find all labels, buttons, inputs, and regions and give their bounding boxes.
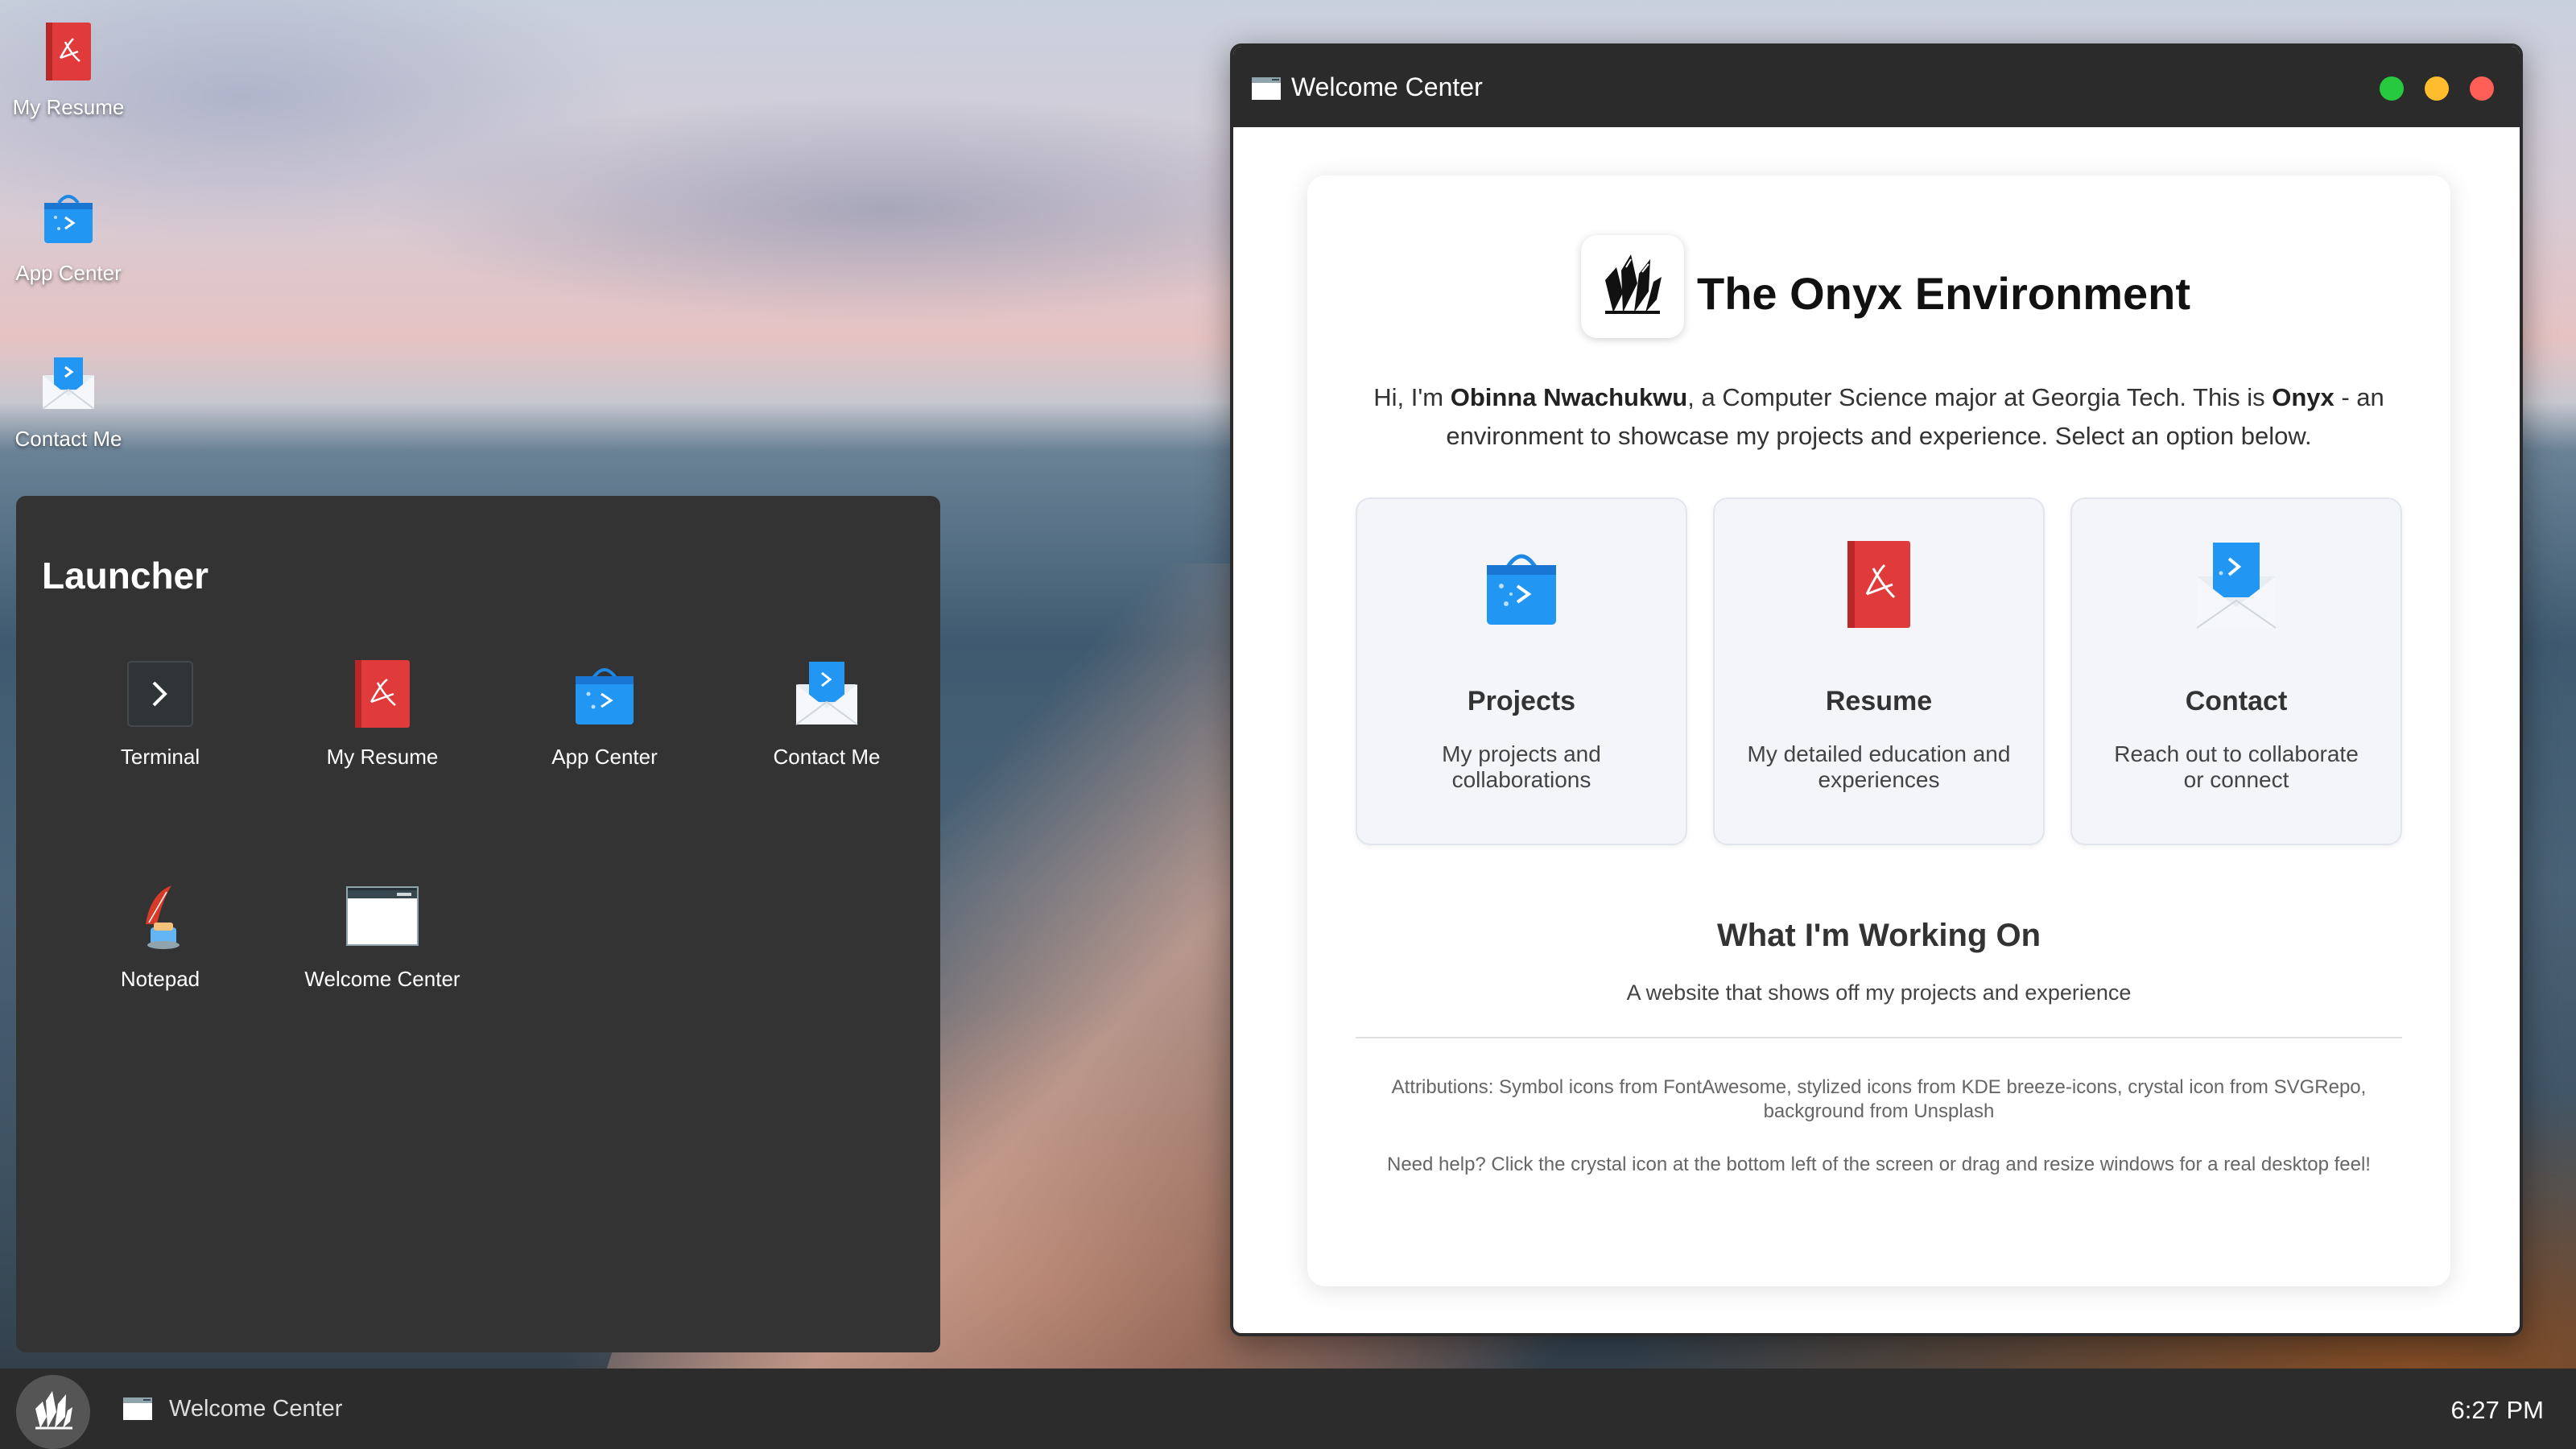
taskbar-item-welcome-center[interactable]: Welcome Center bbox=[169, 1396, 342, 1422]
intro-part: Hi, I'm bbox=[1373, 383, 1451, 411]
welcome-content-card: The Onyx Environment Hi, I'm Obinna Nwac… bbox=[1307, 175, 2450, 1286]
start-button[interactable] bbox=[16, 1375, 90, 1449]
launcher-item-welcome-center[interactable]: Welcome Center bbox=[290, 877, 475, 992]
card-description: Reach out to collaborate or connect bbox=[2114, 741, 2359, 792]
window-icon bbox=[1251, 76, 1282, 101]
launcher-item-contact-me[interactable]: Contact Me bbox=[734, 655, 919, 770]
welcome-center-window[interactable]: Welcome Center The Onyx Environment Hi, … bbox=[1230, 43, 2523, 1336]
page-title: The Onyx Environment bbox=[1697, 268, 2190, 319]
mail-icon bbox=[36, 351, 101, 415]
launcher-item-notepad[interactable]: Notepad bbox=[68, 877, 253, 992]
crystal-icon bbox=[1581, 235, 1684, 338]
working-on-heading: What I'm Working On bbox=[1716, 918, 2041, 953]
window-icon bbox=[344, 877, 421, 955]
maximize-button[interactable] bbox=[2380, 76, 2404, 101]
launcher-item-label: My Resume bbox=[326, 745, 439, 769]
intro-name: Obinna Nwachukwu bbox=[1450, 383, 1688, 411]
launcher-item-label: Welcome Center bbox=[304, 967, 460, 991]
minimize-button[interactable] bbox=[2425, 76, 2449, 101]
desktop-icon-app-center[interactable]: App Center bbox=[0, 166, 137, 286]
window-title: Welcome Center bbox=[1291, 72, 1483, 101]
launcher-item-label: Contact Me bbox=[773, 745, 881, 769]
resume-card[interactable]: Resume My detailed education and experie… bbox=[1713, 497, 2045, 845]
close-button[interactable] bbox=[2470, 76, 2494, 101]
launcher-item-app-center[interactable]: App Center bbox=[512, 655, 697, 770]
attributions-text: Attributions: Symbol icons from FontAwes… bbox=[1391, 1076, 2367, 1122]
launcher-item-terminal[interactable]: Terminal bbox=[68, 655, 253, 770]
desktop-icon-label: My Resume bbox=[12, 95, 125, 119]
app-store-icon bbox=[36, 185, 101, 250]
card-title: Contact bbox=[2185, 686, 2288, 716]
intro-text: Hi, I'm Obinna Nwachukwu, a Computer Sci… bbox=[1340, 378, 2418, 456]
launcher-item-my-resume[interactable]: My Resume bbox=[290, 655, 475, 770]
taskbar: Welcome Center 6:27 PM bbox=[0, 1368, 2576, 1449]
launcher-item-label: Notepad bbox=[120, 967, 200, 991]
launcher-title: Launcher bbox=[42, 555, 209, 597]
launcher-item-label: Terminal bbox=[120, 745, 200, 769]
launcher-panel: Launcher Terminal My Resume App Center C… bbox=[16, 496, 940, 1352]
mail-icon bbox=[2192, 536, 2281, 633]
app-store-icon bbox=[566, 655, 643, 733]
contact-card[interactable]: Contact Reach out to collaborate or conn… bbox=[2070, 497, 2402, 845]
terminal-icon bbox=[122, 655, 199, 733]
card-title: Projects bbox=[1467, 686, 1576, 716]
desktop-icon-my-resume[interactable]: My Resume bbox=[0, 0, 137, 120]
pdf-icon bbox=[1835, 536, 1923, 633]
card-description: My projects and collaborations bbox=[1442, 741, 1601, 792]
desktop-icon-label: Contact Me bbox=[14, 427, 122, 451]
working-on-description: A website that shows off my projects and… bbox=[1626, 980, 2132, 1005]
desktop-icon-label: App Center bbox=[15, 261, 122, 285]
notepad-icon bbox=[122, 877, 199, 955]
window-titlebar[interactable]: Welcome Center bbox=[1233, 47, 2520, 127]
clock: 6:27 PM bbox=[2450, 1396, 2544, 1424]
mail-icon bbox=[788, 655, 865, 733]
launcher-item-label: App Center bbox=[551, 745, 658, 769]
desktop-icon-contact-me[interactable]: Contact Me bbox=[0, 332, 137, 452]
app-store-icon bbox=[1477, 536, 1566, 633]
window-icon bbox=[122, 1396, 153, 1422]
intro-part: , a Computer Science major at Georgia Te… bbox=[1687, 383, 2273, 411]
help-text: Need help? Click the crystal icon at the… bbox=[1387, 1154, 2371, 1175]
crystal-icon bbox=[35, 1391, 72, 1430]
card-title: Resume bbox=[1825, 686, 1933, 716]
intro-brand: Onyx bbox=[2272, 383, 2334, 411]
projects-card[interactable]: Projects My projects and collaborations bbox=[1356, 497, 1687, 845]
divider bbox=[1356, 1037, 2402, 1038]
card-description: My detailed education and experiences bbox=[1747, 741, 2011, 792]
pdf-icon bbox=[36, 19, 101, 84]
pdf-icon bbox=[344, 655, 421, 733]
